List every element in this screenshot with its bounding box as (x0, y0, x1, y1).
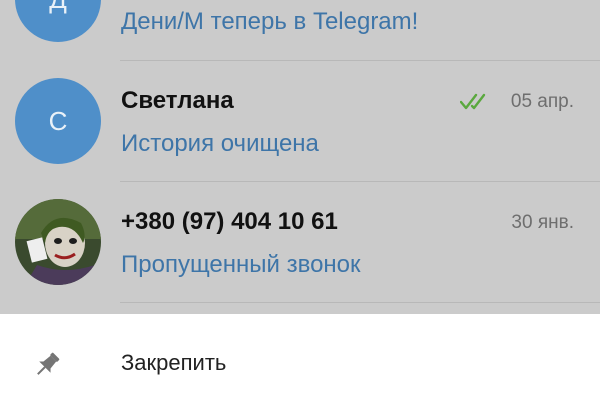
avatar-photo (15, 199, 101, 285)
telegram-screen: Д Дени/М теперь в Telegram! С Светлана 0… (0, 0, 600, 400)
chat-preview: Пропущенный звонок (121, 251, 361, 278)
menu-item-pin[interactable]: Закрепить (0, 336, 600, 392)
chat-date: 30 янв. (511, 212, 574, 233)
avatar: С (15, 78, 101, 164)
chat-preview: Дени/М теперь в Telegram! (121, 8, 419, 35)
pin-icon (37, 352, 60, 375)
menu-item-label: Закрепить (121, 350, 227, 375)
chat-options-sheet: Закрепить (0, 314, 600, 400)
row-divider (120, 302, 600, 303)
chat-row-deni[interactable]: Д Дени/М теперь в Telegram! (0, 0, 600, 61)
chat-row-svetlana[interactable]: С Светлана 05 апр. История очищена (0, 61, 600, 182)
chat-row-phone[interactable]: +380 (97) 404 10 61 30 янв. Пропущенный … (0, 182, 600, 303)
chat-name: +380 (97) 404 10 61 (121, 208, 338, 235)
avatar (15, 199, 101, 285)
chat-list: Д Дени/М теперь в Telegram! С Светлана 0… (0, 0, 600, 314)
double-check-icon (460, 93, 486, 110)
avatar: Д (15, 0, 101, 42)
chat-date: 05 апр. (510, 91, 574, 112)
chat-name: Светлана (121, 87, 234, 114)
chat-preview: История очищена (121, 130, 319, 157)
